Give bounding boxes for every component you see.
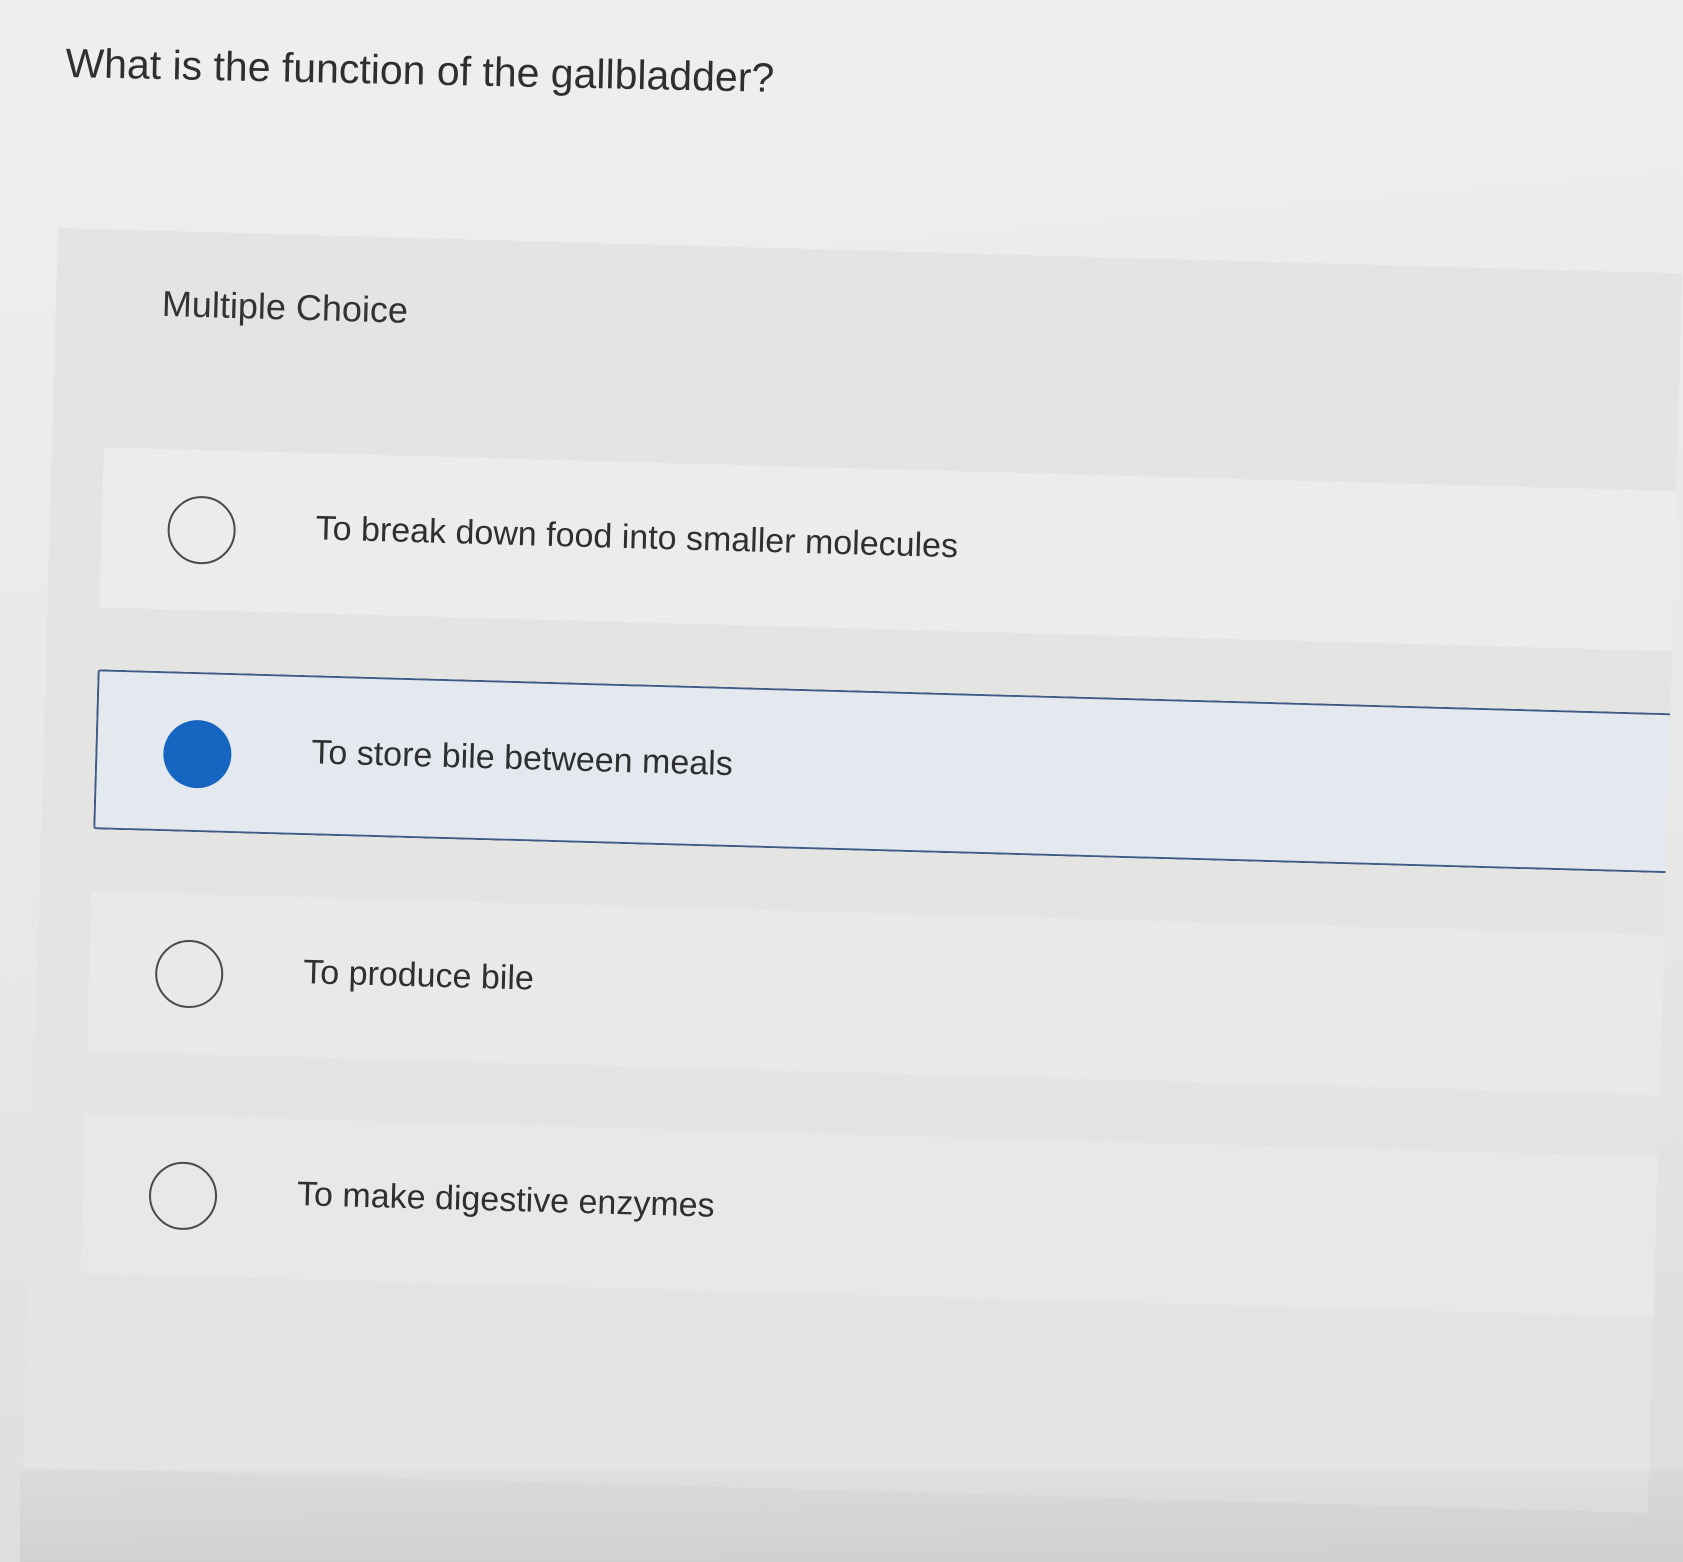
- radio-button-unselected-icon[interactable]: [154, 939, 225, 1009]
- answer-option-4[interactable]: To make digestive enzymes: [80, 1113, 1658, 1317]
- answer-option-label: To store bile between meals: [310, 733, 734, 784]
- answer-option-2-selected[interactable]: To store bile between meals: [93, 669, 1671, 874]
- question-text: What is the function of the gallbladder?: [65, 40, 775, 101]
- answer-option-label: To break down food into smaller molecule…: [315, 509, 959, 566]
- page-bottom-shadow: [20, 1470, 1683, 1562]
- answer-option-1[interactable]: To break down food into smaller molecule…: [99, 447, 1677, 652]
- radio-button-selected-icon[interactable]: [162, 719, 233, 790]
- question-type-label: Multiple Choice: [161, 282, 409, 331]
- answer-option-label: To make digestive enzymes: [296, 1175, 716, 1225]
- multiple-choice-panel: Multiple Choice To break down food into …: [23, 228, 1683, 1513]
- radio-button-unselected-icon[interactable]: [166, 495, 237, 566]
- answer-option-3[interactable]: To produce bile: [87, 891, 1664, 1096]
- answer-option-label: To produce bile: [302, 953, 535, 998]
- page-background: What is the function of the gallbladder?…: [0, 0, 1683, 1562]
- radio-button-unselected-icon[interactable]: [148, 1160, 218, 1231]
